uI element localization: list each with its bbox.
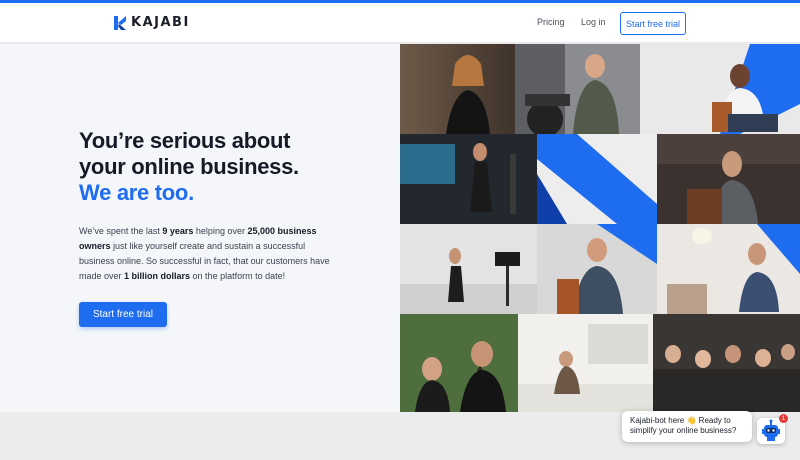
photo-man-seated-dark [657, 134, 800, 224]
photo-man-interview [537, 224, 657, 314]
nav-login-link[interactable]: Log in [581, 17, 606, 27]
unread-badge: 1 [779, 414, 788, 423]
hero-start-trial-button[interactable]: Start free trial [79, 302, 167, 327]
kajabi-logo[interactable]: KAJABI [114, 15, 190, 30]
lead-text-1: We’ve spent the last [79, 226, 163, 236]
photo-woman-studio [400, 134, 537, 224]
photo-couple-green [400, 314, 518, 412]
nav-pricing-link[interactable]: Pricing [537, 17, 565, 27]
photo-woman-kitchen [518, 314, 653, 412]
photo-man-motorcycle [515, 44, 640, 134]
customer-photo-collage [400, 44, 800, 412]
photo-woman-presenting [400, 224, 537, 314]
photo-man-lounge [657, 224, 800, 314]
lead-text-2: helping over [193, 226, 248, 236]
logo-wordmark: KAJABI [131, 15, 190, 30]
kajabi-logo-icon [114, 15, 126, 30]
lead-years: 9 years [162, 226, 194, 236]
photo-man-chair [640, 44, 800, 134]
chatbot-message-bubble[interactable]: Kajabi-bot here 👋 Ready to simplify your… [622, 411, 752, 442]
photo-blue-logo-wall [537, 134, 657, 224]
headline-accent: We are too. [79, 180, 194, 205]
photo-woman-smiling [400, 44, 515, 134]
hero-headline: You’re serious about your online busines… [79, 128, 299, 206]
header-start-trial-button[interactable]: Start free trial [620, 12, 686, 35]
headline-line-1: You’re serious about [79, 128, 291, 153]
hero-description: We’ve spent the last 9 years helping ove… [79, 224, 339, 284]
photo-audience-event [653, 314, 800, 412]
headline-line-2: your online business. [79, 154, 299, 179]
site-header: KAJABI Pricing Log in Start free trial [0, 3, 800, 43]
lead-text-4: on the platform to date! [190, 271, 286, 281]
lead-dollars: 1 billion dollars [124, 271, 191, 281]
